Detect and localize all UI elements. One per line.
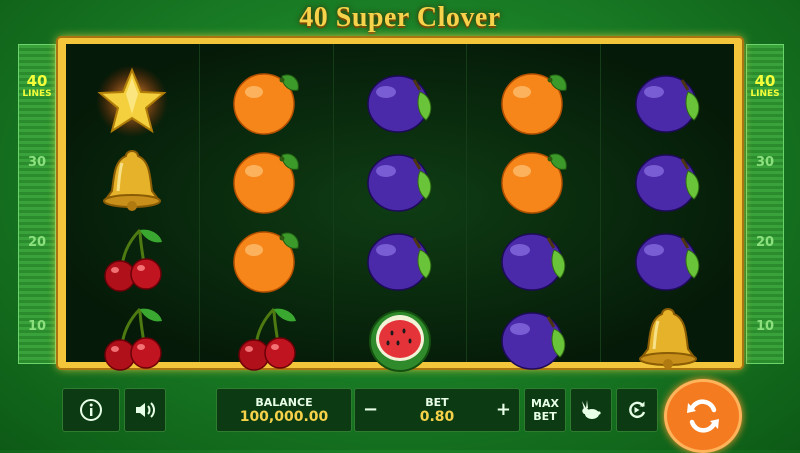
reel-symbol bbox=[601, 62, 734, 140]
balance-label: BALANCE bbox=[255, 395, 313, 409]
line-marker-10: 10 bbox=[755, 319, 775, 334]
line-marker-30: 30 bbox=[27, 155, 47, 170]
orange-icon bbox=[501, 73, 567, 135]
plum-icon bbox=[367, 154, 432, 212]
reel-symbol bbox=[66, 62, 199, 140]
reel-symbol bbox=[200, 220, 333, 298]
reel-symbol bbox=[200, 141, 333, 219]
info-button[interactable] bbox=[62, 388, 120, 432]
bet-increase-button[interactable]: + bbox=[496, 399, 511, 420]
reel-symbol bbox=[200, 299, 333, 377]
bet-label: BET bbox=[425, 395, 449, 409]
bet-control: − BET 0.80 + bbox=[354, 388, 520, 432]
lines-count: 40 bbox=[26, 72, 48, 90]
reel-symbol bbox=[334, 62, 467, 140]
reel-5 bbox=[601, 44, 734, 369]
lines-panel-right: 40 LINES 30 20 10 bbox=[746, 44, 784, 364]
reel-symbol bbox=[601, 220, 734, 298]
info-icon bbox=[80, 399, 102, 421]
reels-area bbox=[66, 44, 734, 372]
balance-value: 100,000.00 bbox=[239, 408, 329, 425]
max-bet-label-1: MAX bbox=[531, 397, 559, 410]
lines-text: LINES bbox=[22, 89, 52, 99]
speaker-icon bbox=[136, 402, 155, 418]
cherry-icon bbox=[104, 307, 163, 371]
reel-symbol bbox=[601, 299, 734, 377]
autoplay-button[interactable] bbox=[616, 388, 658, 432]
line-marker-20: 20 bbox=[27, 235, 47, 250]
plum-icon bbox=[367, 75, 432, 133]
balance-display: BALANCE 100,000.00 bbox=[216, 388, 352, 432]
lines-label: 40 LINES bbox=[19, 72, 55, 101]
spin-button[interactable] bbox=[664, 379, 742, 453]
reel-symbol bbox=[334, 220, 467, 298]
line-marker-30: 30 bbox=[755, 155, 775, 170]
reel-symbol bbox=[601, 141, 734, 219]
cherry-icon bbox=[238, 307, 297, 371]
bet-decrease-button[interactable]: − bbox=[363, 399, 378, 420]
reel-symbol bbox=[467, 299, 600, 377]
orange-icon bbox=[233, 152, 299, 214]
game-title: 40 Super Clover bbox=[0, 2, 800, 34]
reel-symbol bbox=[66, 299, 199, 377]
line-marker-20: 20 bbox=[755, 235, 775, 250]
lines-label: 40 LINES bbox=[747, 72, 783, 101]
plum-icon bbox=[634, 154, 699, 212]
reel-symbol bbox=[334, 299, 467, 377]
watermelon-icon bbox=[368, 310, 431, 372]
bet-display: BET 0.80 bbox=[420, 396, 455, 425]
plum-icon bbox=[501, 312, 566, 370]
plum-icon bbox=[634, 75, 699, 133]
cherry-icon bbox=[104, 228, 163, 292]
reel-symbol bbox=[66, 220, 199, 298]
plum-icon bbox=[634, 233, 699, 291]
reel-symbol bbox=[334, 141, 467, 219]
orange-icon bbox=[501, 152, 567, 214]
plum-icon bbox=[367, 233, 432, 291]
reel-symbol bbox=[467, 220, 600, 298]
lines-panel-left: 40 LINES 30 20 10 bbox=[18, 44, 56, 364]
reel-symbol bbox=[66, 141, 199, 219]
bet-value: 0.80 bbox=[419, 408, 455, 425]
reel-1 bbox=[66, 44, 200, 371]
lines-text: LINES bbox=[750, 89, 780, 99]
rabbit-icon bbox=[582, 400, 601, 419]
sound-button[interactable] bbox=[124, 388, 166, 432]
game-title-text: 40 Super Clover bbox=[299, 2, 501, 33]
turbo-button[interactable] bbox=[570, 388, 612, 432]
orange-icon bbox=[233, 231, 299, 293]
reel-symbol bbox=[467, 62, 600, 140]
plum-icon bbox=[501, 233, 566, 291]
line-marker-10: 10 bbox=[27, 319, 47, 334]
bell-icon bbox=[103, 149, 162, 211]
reel-symbol bbox=[200, 62, 333, 140]
lines-count: 40 bbox=[754, 72, 776, 90]
autoplay-icon bbox=[629, 401, 646, 419]
reel-symbol bbox=[467, 141, 600, 219]
bell-icon bbox=[638, 307, 697, 369]
spin-icon bbox=[687, 399, 719, 433]
max-bet-button[interactable]: MAX BET bbox=[524, 388, 566, 432]
star-icon bbox=[96, 65, 169, 137]
max-bet-label-2: BET bbox=[533, 410, 557, 423]
reel-3 bbox=[334, 44, 468, 372]
orange-icon bbox=[233, 73, 299, 135]
reel-4 bbox=[467, 44, 602, 370]
reel-2 bbox=[200, 44, 334, 371]
